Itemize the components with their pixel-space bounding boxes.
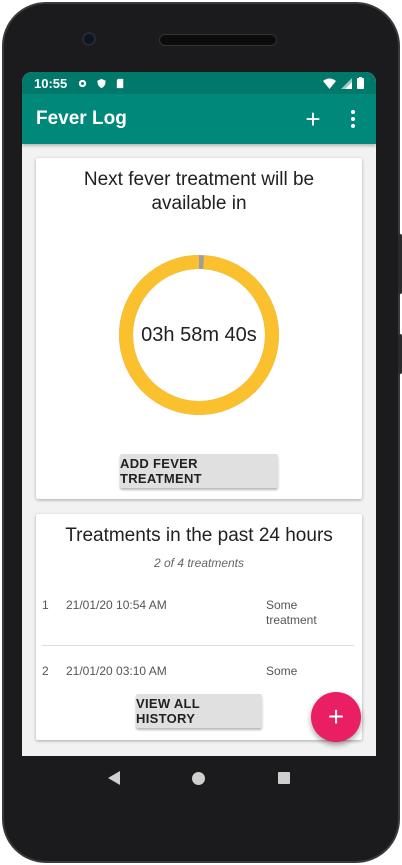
shield-icon (97, 78, 106, 88)
row-index: 2 (42, 664, 49, 678)
status-bar: 10:55 (22, 72, 376, 94)
battery-icon (357, 77, 364, 89)
history-subtitle: 2 of 4 treatments (153, 556, 245, 570)
countdown-time: 03h 58m 40s (141, 323, 257, 346)
signal-icon (341, 77, 352, 89)
sd-card-icon (117, 78, 124, 88)
app-screen: 10:55 Fever Log + Next fever treatment w… (22, 72, 376, 756)
wifi-icon (323, 78, 336, 89)
row-description: Some (266, 664, 298, 678)
status-right-icons (323, 77, 364, 89)
power-button (398, 334, 402, 374)
add-fab-button[interactable]: + (311, 692, 361, 742)
app-title: Fever Log (36, 108, 127, 129)
view-all-history-button[interactable]: VIEW ALL HISTORY (136, 694, 262, 728)
add-fever-treatment-button[interactable]: ADD FEVER TREATMENT (120, 454, 278, 488)
history-title: Treatments in the past 24 hours (65, 525, 333, 546)
row-divider (42, 645, 354, 646)
back-icon[interactable] (108, 771, 121, 785)
row-date: 21/01/20 10:54 AM (66, 598, 167, 612)
app-bar: Fever Log + (22, 94, 376, 144)
settings-icon (79, 79, 87, 87)
volume-button (398, 234, 402, 294)
system-nav-bar (22, 756, 376, 800)
more-vert-icon[interactable] (344, 110, 362, 128)
row-index: 1 (42, 598, 49, 612)
countdown-ring: 03h 58m 40s (118, 254, 280, 416)
countdown-card: Next fever treatment will be available i… (36, 158, 362, 499)
app-bar-actions: + (302, 106, 362, 132)
home-icon[interactable] (192, 771, 206, 785)
earpiece-speaker (159, 34, 277, 46)
status-time: 10:55 (34, 75, 68, 91)
add-icon[interactable]: + (302, 106, 324, 132)
row-description: Some treatment (266, 598, 317, 627)
recents-icon[interactable] (277, 772, 290, 784)
row-date: 21/01/20 03:10 AM (66, 664, 167, 678)
countdown-title: Next fever treatment will be available i… (83, 169, 315, 214)
front-camera (82, 32, 96, 46)
